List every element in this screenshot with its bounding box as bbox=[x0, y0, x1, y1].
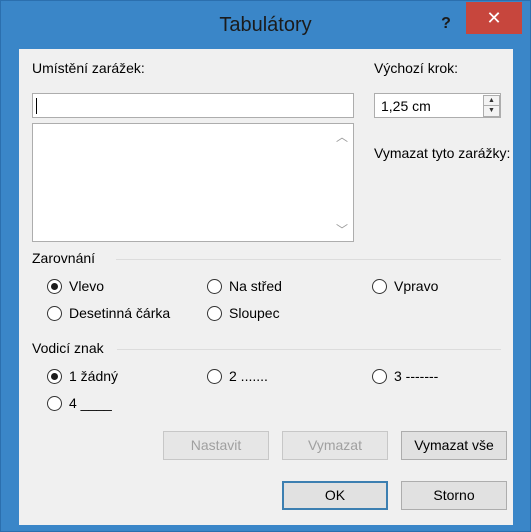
text-caret bbox=[36, 98, 37, 114]
leader-group-title: Vodicí znak bbox=[32, 340, 104, 356]
clear-all-button[interactable]: Vymazat vše bbox=[401, 431, 507, 460]
close-icon[interactable]: ✕ bbox=[466, 2, 522, 34]
default-step-label: Výchozí krok: bbox=[374, 60, 459, 76]
spin-down-icon[interactable]: ▼ bbox=[483, 105, 500, 117]
title-bar[interactable]: Tabulátory ? ✕ bbox=[1, 1, 530, 49]
help-icon[interactable]: ? bbox=[433, 10, 459, 38]
cancel-button[interactable]: Storno bbox=[401, 481, 507, 510]
set-button[interactable]: Nastavit bbox=[163, 431, 269, 460]
tab-stops-list[interactable]: ︿ ﹀ bbox=[32, 123, 354, 242]
alignment-divider bbox=[116, 259, 501, 260]
clear-button[interactable]: Vymazat bbox=[282, 431, 388, 460]
scroll-up-icon[interactable]: ︿ bbox=[336, 128, 348, 145]
radio-leader-dashes[interactable] bbox=[372, 369, 387, 384]
dialog-body: Umístění zarážek: ︿ ﹀ Výchozí krok: 1,25… bbox=[19, 49, 513, 525]
tabs-dialog: Tabulátory ? ✕ Umístění zarážek: ︿ ﹀ Výc… bbox=[0, 0, 531, 532]
ok-button[interactable]: OK bbox=[282, 481, 388, 510]
tab-stop-input[interactable] bbox=[32, 93, 354, 118]
radio-align-right[interactable] bbox=[372, 279, 387, 294]
radio-align-center[interactable] bbox=[207, 279, 222, 294]
radio-align-bar[interactable] bbox=[207, 306, 222, 321]
radio-leader-line[interactable] bbox=[47, 396, 62, 411]
radio-align-decimal[interactable] bbox=[47, 306, 62, 321]
clear-these-label: Vymazat tyto zarážky: bbox=[374, 145, 511, 161]
radio-align-left[interactable] bbox=[47, 279, 62, 294]
radio-leader-dots[interactable] bbox=[207, 369, 222, 384]
tab-stop-label: Umístění zarážek: bbox=[32, 60, 145, 76]
default-step-input[interactable]: 1,25 cm ▲ ▼ bbox=[374, 93, 501, 118]
leader-divider bbox=[117, 349, 501, 350]
scroll-down-icon[interactable]: ﹀ bbox=[336, 221, 348, 238]
alignment-group-title: Zarovnání bbox=[32, 250, 96, 266]
radio-leader-none[interactable] bbox=[47, 369, 62, 384]
